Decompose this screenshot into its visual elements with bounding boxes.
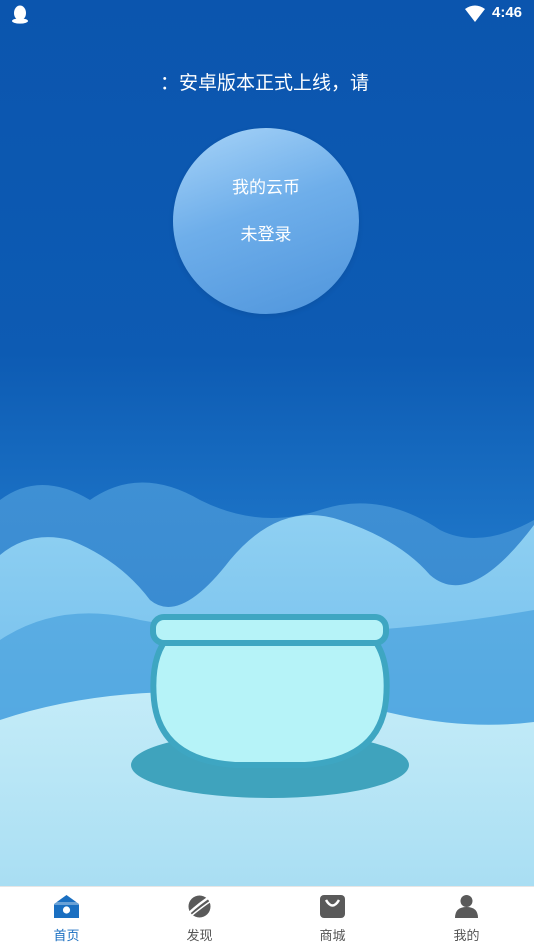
clock: 4:46 <box>492 4 523 21</box>
login-status[interactable]: 未登录 <box>173 220 359 245</box>
cloud-coin-panel[interactable]: 我的云币 未登录 <box>173 128 359 314</box>
announcement-text: ：安卓版本正式上线，请 <box>160 72 370 94</box>
tab-discover[interactable]: 发现 <box>133 887 266 950</box>
tab-label-discover: 发现 <box>186 929 213 944</box>
tab-home[interactable]: 首页 <box>0 887 133 950</box>
home-icon <box>54 895 79 918</box>
wifi-icon <box>465 5 485 22</box>
fish-bowl-illustration <box>0 482 534 886</box>
qq-penguin-icon <box>12 5 28 24</box>
tab-label-mall: 商城 <box>319 929 346 944</box>
shopping-bag-icon <box>320 895 345 918</box>
tab-label-home: 首页 <box>53 929 80 944</box>
bottom-tab-bar: 首页 发现 商城 我的 <box>0 886 534 950</box>
tab-mall[interactable]: 商城 <box>266 887 399 950</box>
user-icon <box>455 895 478 918</box>
announcement-marquee[interactable]: ：安卓版本正式上线，请 <box>160 68 376 96</box>
bowl-rim <box>150 614 389 646</box>
tab-mine[interactable]: 我的 <box>400 887 533 950</box>
coin-title: 我的云币 <box>232 178 300 198</box>
tab-label-mine: 我的 <box>453 929 480 944</box>
planet-icon <box>188 894 212 918</box>
home-screen: 4:46 ：安卓版本正式上线，请 我的云币 未登录 <box>0 0 534 886</box>
status-bar: 4:46 <box>0 0 534 28</box>
bowl-body <box>150 632 390 768</box>
